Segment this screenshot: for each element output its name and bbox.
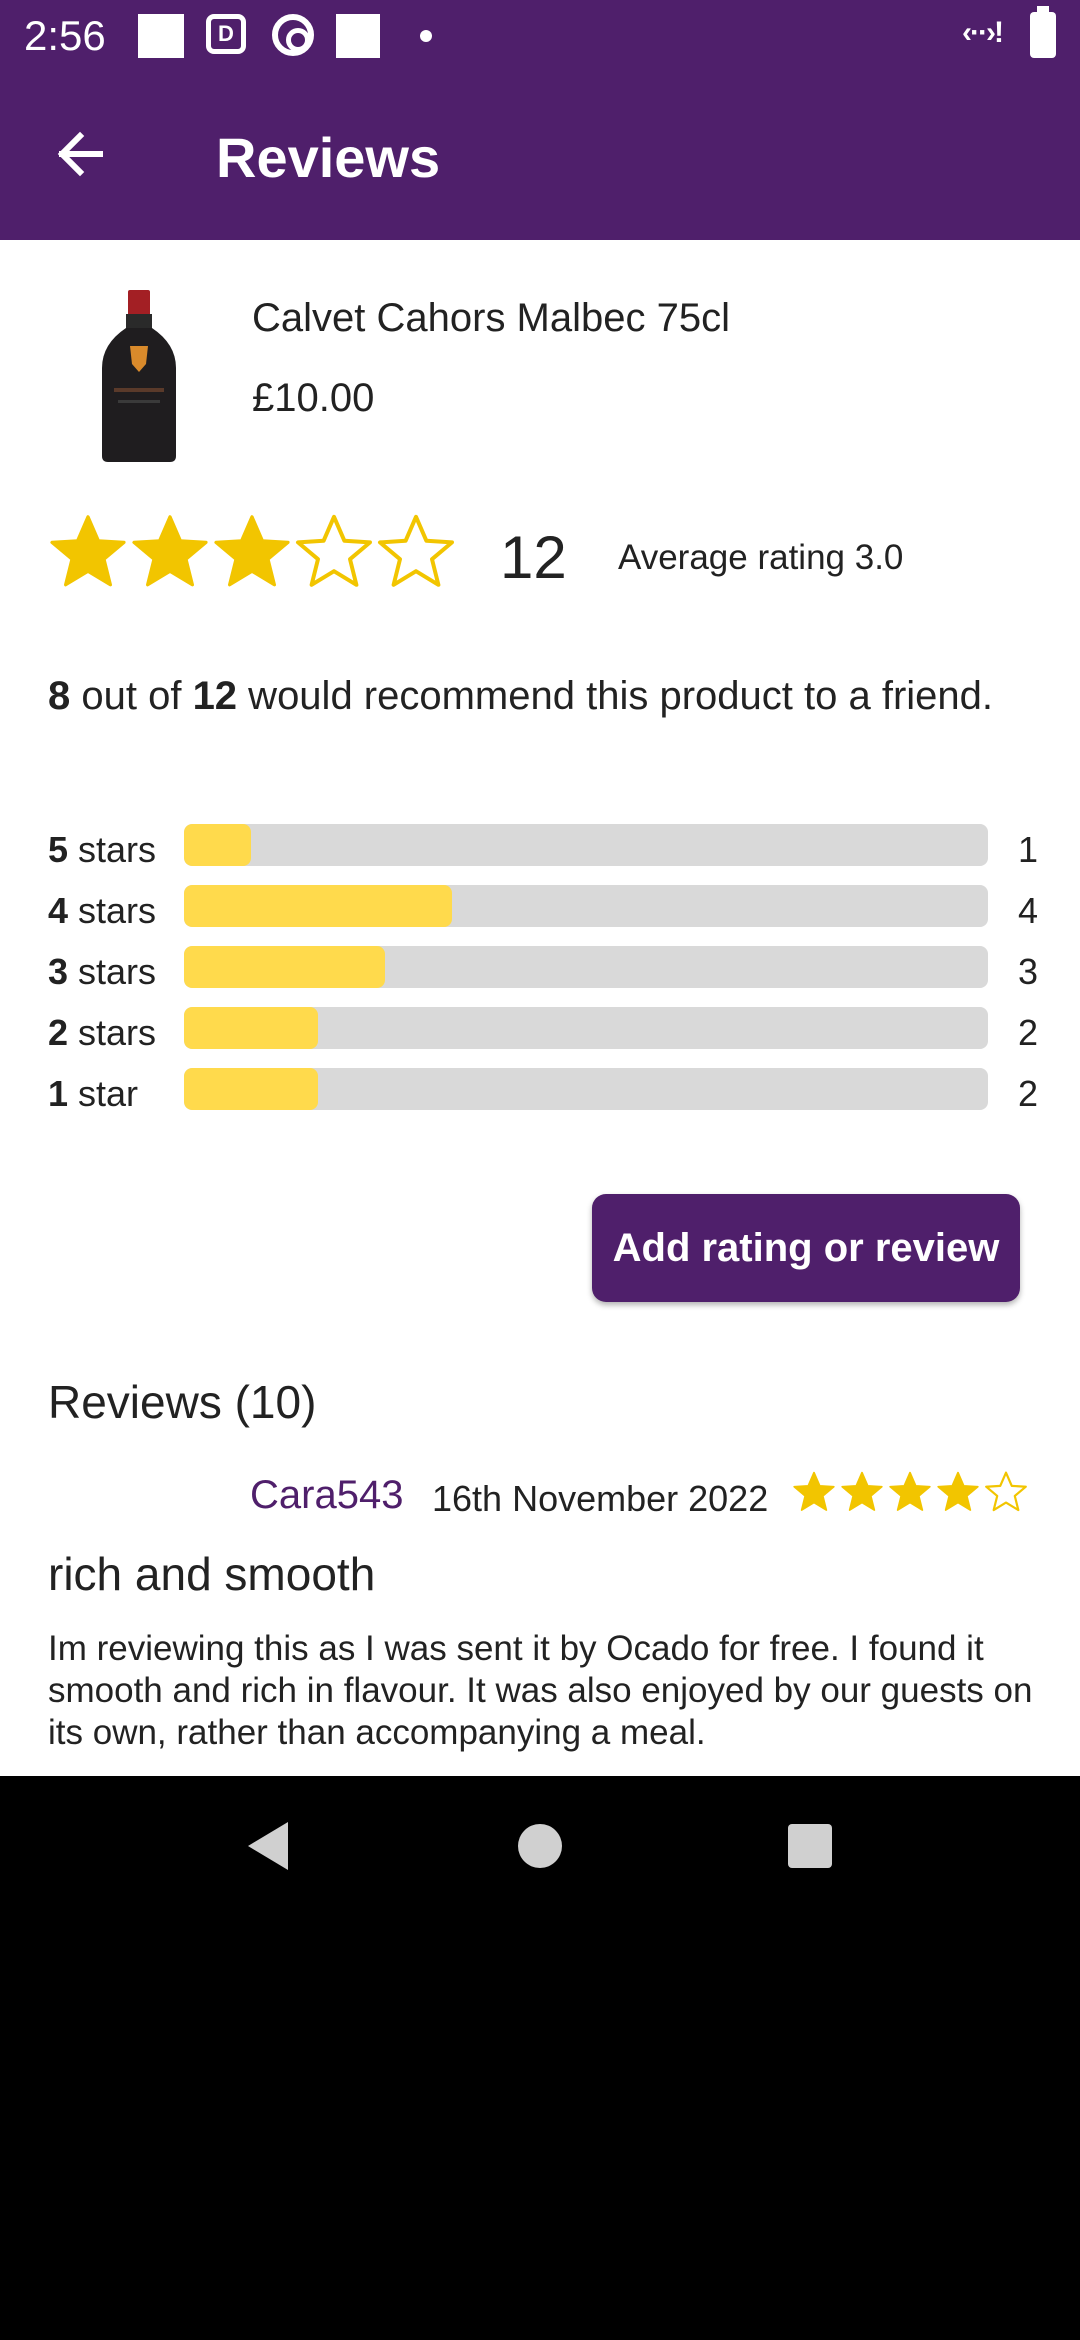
distribution-bar-fill xyxy=(184,885,452,927)
add-rating-button[interactable]: Add rating or review xyxy=(592,1194,1020,1302)
distribution-star-number: 3 xyxy=(48,951,69,992)
nav-recent-apps-icon[interactable] xyxy=(780,1816,840,1876)
star-empty-icon xyxy=(378,514,454,587)
review-body: Im reviewing this as I was sent it by Oc… xyxy=(48,1629,1033,1752)
recommend-summary: 8 out of 12 would recommend this product… xyxy=(48,672,1008,720)
status-time: 2:56 xyxy=(24,12,106,59)
distribution-star-number: 4 xyxy=(48,890,69,931)
distribution-label: 1 star xyxy=(48,1072,138,1116)
review-count: 12 xyxy=(500,524,567,591)
distribution-star-number: 1 xyxy=(48,1073,69,1114)
star-filled-icon xyxy=(50,515,126,587)
distribution-bar-fill xyxy=(184,946,385,988)
distribution-label: 5 stars xyxy=(48,828,156,872)
arrow-back-icon xyxy=(57,131,103,177)
distribution-star-word: stars xyxy=(68,890,157,931)
distribution-row: 4 stars 4 xyxy=(48,881,1038,942)
system-nav-bar xyxy=(0,1776,1080,1916)
nav-back-icon[interactable] xyxy=(240,1816,300,1876)
distribution-count: 3 xyxy=(1017,951,1038,992)
distribution-star-word: star xyxy=(68,1073,139,1114)
recommend-middle: out of xyxy=(70,674,193,718)
distribution-bar-track xyxy=(184,1068,988,1110)
distribution-row: 1 star 2 xyxy=(48,1064,1038,1125)
distribution-star-word: stars xyxy=(68,829,157,870)
star-filled-icon xyxy=(841,1471,883,1511)
nav-home-icon[interactable] xyxy=(510,1816,570,1876)
distribution-bar-track xyxy=(184,1007,988,1049)
wine-bottle-icon xyxy=(102,290,176,462)
average-rating-stars xyxy=(48,512,456,592)
review-date: 16th November 2022 xyxy=(432,1478,769,1519)
review-title: rich and smooth xyxy=(48,1548,376,1600)
distribution-bar-fill xyxy=(184,1068,318,1110)
distribution-row: 2 stars 2 xyxy=(48,1003,1038,1064)
distribution-count: 2 xyxy=(1017,1073,1038,1114)
network-icon: ‹··›! xyxy=(962,16,1004,49)
distribution-row: 5 stars 1 xyxy=(48,820,1038,881)
review-stars xyxy=(792,1470,1028,1514)
star-filled-icon xyxy=(889,1471,931,1511)
distribution-bar-track xyxy=(184,885,988,927)
star-empty-icon xyxy=(985,1471,1027,1512)
status-bar: 2:56 D ‹··›! xyxy=(0,0,1080,72)
rating-distribution: 5 stars 1 4 stars 4 3 stars 3 2 stars 2 1 star 2 xyxy=(48,820,1038,1125)
distribution-count: 1 xyxy=(1017,829,1038,870)
distribution-star-number: 2 xyxy=(48,1012,69,1053)
app-bar: Reviews xyxy=(0,72,1080,240)
main-content: Calvet Cahors Malbec 75cl £10.00 12 Aver… xyxy=(0,240,1080,1776)
battery-icon xyxy=(1030,6,1056,58)
back-button[interactable] xyxy=(44,114,124,194)
distribution-bar-track xyxy=(184,824,988,866)
star-filled-icon xyxy=(132,515,208,587)
distribution-star-number: 5 xyxy=(48,829,69,870)
notification-square-icon xyxy=(138,14,184,58)
distribution-label: 2 stars xyxy=(48,1011,156,1055)
notification-square-icon xyxy=(336,14,380,58)
star-filled-icon xyxy=(214,515,290,587)
reviews-heading: Reviews (10) xyxy=(48,1376,317,1428)
dot-icon xyxy=(420,30,432,42)
product-name: Calvet Cahors Malbec 75cl xyxy=(252,296,730,340)
distribution-star-word: stars xyxy=(68,951,157,992)
distribution-count: 2 xyxy=(1017,1012,1038,1053)
distribution-bar-fill xyxy=(184,824,251,866)
d-app-icon: D xyxy=(206,14,246,54)
review-username[interactable]: Cara543 xyxy=(250,1470,403,1520)
distribution-label: 3 stars xyxy=(48,950,156,994)
target-icon xyxy=(272,14,314,56)
page-title: Reviews xyxy=(216,126,441,189)
product-price: £10.00 xyxy=(252,376,375,420)
star-empty-icon xyxy=(296,514,372,587)
distribution-row: 3 stars 3 xyxy=(48,942,1038,1003)
distribution-label: 4 stars xyxy=(48,889,156,933)
recommend-rest: would recommend this product to a friend… xyxy=(237,674,993,718)
average-rating-label: Average rating 3.0 xyxy=(618,538,904,577)
star-filled-icon xyxy=(793,1471,835,1511)
star-filled-icon xyxy=(937,1471,979,1511)
recommend-total: 12 xyxy=(192,674,238,718)
distribution-bar-fill xyxy=(184,1007,318,1049)
recommend-count: 8 xyxy=(48,674,71,718)
distribution-count: 4 xyxy=(1017,890,1038,931)
distribution-bar-track xyxy=(184,946,988,988)
distribution-star-word: stars xyxy=(68,1012,157,1053)
